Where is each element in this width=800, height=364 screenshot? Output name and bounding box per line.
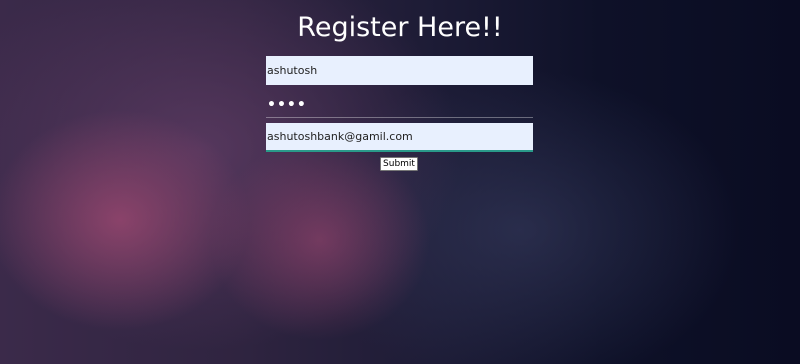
username-input[interactable] — [266, 56, 533, 85]
page-title: Register Here!! — [297, 12, 503, 43]
email-input[interactable] — [266, 123, 533, 152]
password-input[interactable]: •••• — [266, 92, 533, 118]
submit-button[interactable]: Submit — [380, 157, 418, 171]
